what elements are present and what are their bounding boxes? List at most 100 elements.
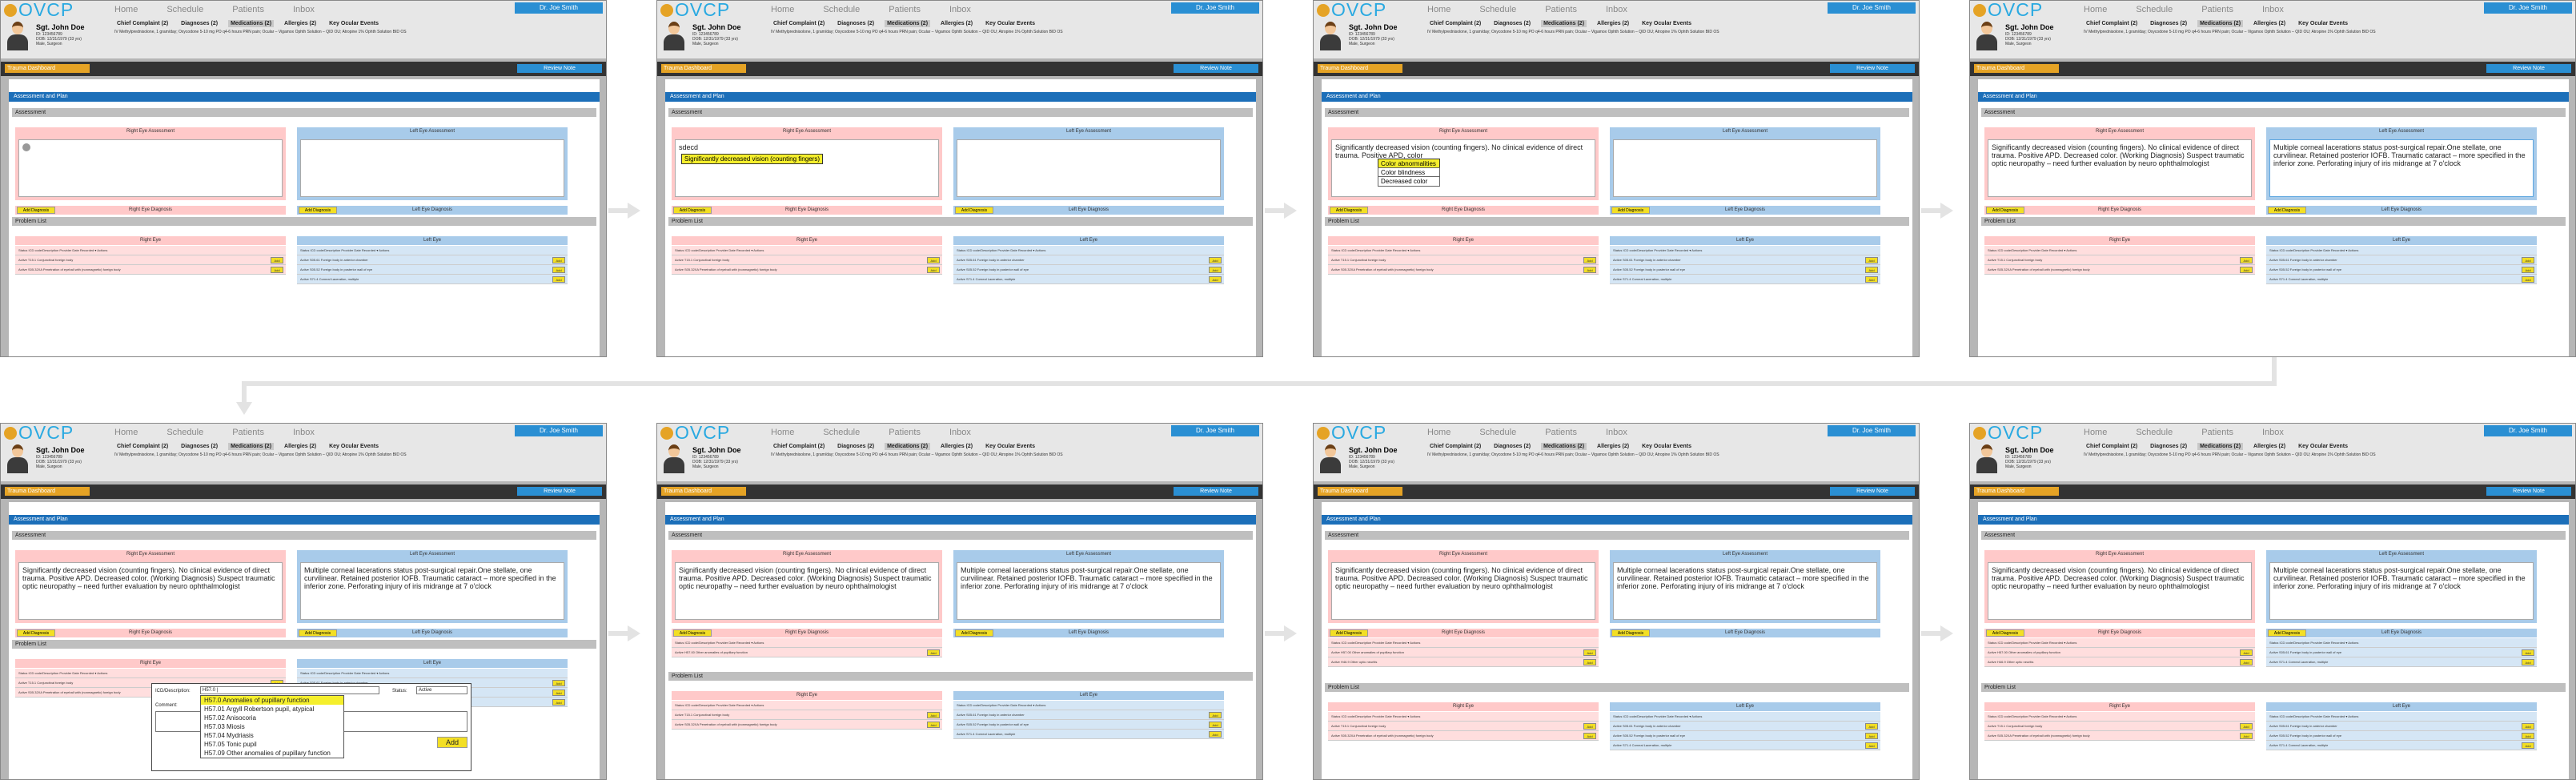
row-add-button[interactable]: Add [1583,733,1596,739]
review-note-button[interactable]: Review Note [1830,64,1915,73]
row-add-button[interactable]: Add [927,712,940,718]
add-diagnosis-left-button[interactable]: Add Diagnosis [2268,629,2306,637]
review-note-button[interactable]: Review Note [1174,64,1258,73]
row-add-button[interactable]: Add [1865,267,1878,273]
tab-medications[interactable]: Medications (2) [885,20,931,27]
tab-diagnoses[interactable]: Diagnoses (2) [2148,443,2189,450]
tab-allergies[interactable]: Allergies (2) [938,20,975,27]
tab-key-ocular-events[interactable]: Key Ocular Events [1639,20,1694,27]
dashboard-dropdown[interactable]: Trauma Dashboard [661,487,746,496]
left-assessment-input[interactable] [300,139,564,197]
row-edit-button[interactable]: Add [927,649,940,656]
row-add-button[interactable]: Add [1865,723,1878,730]
nav-patients[interactable]: Patients [889,428,921,437]
add-diagnosis-right-button[interactable]: Add Diagnosis [673,629,712,637]
row-add-button[interactable]: Add [1209,276,1222,283]
row-add-button[interactable]: Add [1865,276,1878,283]
add-diagnosis-left-button[interactable]: Add Diagnosis [1611,207,1650,214]
right-assessment-input[interactable]: Significantly decreased vision (counting… [1331,139,1595,197]
tab-diagnoses[interactable]: Diagnoses (2) [2148,20,2189,27]
row-add-button[interactable]: Add [271,267,283,273]
nav-home[interactable]: Home [1427,428,1451,437]
tab-diagnoses[interactable]: Diagnoses (2) [1491,20,1533,27]
tab-diagnoses[interactable]: Diagnoses (2) [835,443,877,450]
tab-diagnoses[interactable]: Diagnoses (2) [1491,443,1533,450]
left-assessment-input[interactable] [957,139,1221,197]
right-assessment-input[interactable]: Significantly decreased vision (counting… [1988,139,2252,197]
row-add-button[interactable]: Add [552,699,565,706]
tab-key-ocular-events[interactable]: Key Ocular Events [327,20,381,27]
tab-chief-complaint[interactable]: Chief Complaint (2) [771,20,827,27]
nav-schedule[interactable]: Schedule [2136,428,2173,437]
row-add-button[interactable]: Add [1209,257,1222,263]
nav-patients[interactable]: Patients [1545,428,1577,437]
row-edit-button[interactable]: Add [1583,649,1596,656]
nav-inbox[interactable]: Inbox [2262,428,2284,437]
tab-medications[interactable]: Medications (2) [2197,20,2244,27]
row-add-button[interactable]: Add [2240,723,2253,730]
nav-home[interactable]: Home [114,428,138,437]
add-diagnosis-right-button[interactable]: Add Diagnosis [1986,629,2024,637]
nav-patients[interactable]: Patients [2201,5,2233,14]
user-button[interactable]: Dr. Joe Smith [1171,425,1259,436]
nav-schedule[interactable]: Schedule [167,5,203,14]
dashboard-dropdown[interactable]: Trauma Dashboard [1974,487,2059,496]
row-add-button[interactable]: Add [2522,267,2534,273]
row-add-button[interactable]: Add [2522,733,2534,739]
row-add-button[interactable]: Add [2240,267,2253,273]
nav-patients[interactable]: Patients [232,5,264,14]
dashboard-dropdown[interactable]: Trauma Dashboard [5,487,90,496]
row-add-button[interactable]: Add [2522,723,2534,730]
row-add-button[interactable]: Add [552,257,565,263]
nav-schedule[interactable]: Schedule [2136,5,2173,14]
left-assessment-input[interactable]: Multiple corneal lacerations status post… [1613,562,1877,620]
row-add-button[interactable]: Add [552,276,565,283]
nav-home[interactable]: Home [771,428,794,437]
dashboard-dropdown[interactable]: Trauma Dashboard [661,64,746,73]
add-diagnosis-left-button[interactable]: Add Diagnosis [299,207,337,214]
row-add-button[interactable]: Add [552,267,565,273]
nav-schedule[interactable]: Schedule [1479,428,1516,437]
tab-chief-complaint[interactable]: Chief Complaint (2) [1427,20,1483,27]
right-assessment-input[interactable]: Significantly decreased vision (counting… [675,562,939,620]
add-diagnosis-right-button[interactable]: Add Diagnosis [673,207,712,214]
add-diagnosis-right-button[interactable]: Add Diagnosis [17,629,55,637]
tab-key-ocular-events[interactable]: Key Ocular Events [2296,443,2350,450]
icd-option[interactable]: H57.01 Argyll Robertson pupil, atypical [201,705,343,714]
icd-option[interactable]: H57.04 Mydriasis [201,731,343,740]
row-edit-button[interactable]: Add [2522,659,2534,665]
row-add-button[interactable]: Add [927,722,940,728]
tab-allergies[interactable]: Allergies (2) [1595,443,1631,450]
tab-medications[interactable]: Medications (2) [1541,443,1587,450]
row-edit-button[interactable]: Add [2240,649,2253,656]
row-add-button[interactable]: Add [552,680,565,686]
row-add-button[interactable]: Add [1583,723,1596,730]
user-button[interactable]: Dr. Joe Smith [2484,425,2572,436]
tab-allergies[interactable]: Allergies (2) [938,443,975,450]
dashboard-dropdown[interactable]: Trauma Dashboard [5,64,90,73]
add-diagnosis-left-button[interactable]: Add Diagnosis [299,629,337,637]
row-add-button[interactable]: Add [2240,257,2253,263]
tab-medications[interactable]: Medications (2) [2197,443,2244,450]
row-add-button[interactable]: Add [1583,267,1596,273]
user-button[interactable]: Dr. Joe Smith [1828,2,1916,14]
add-diagnosis-right-button[interactable]: Add Diagnosis [17,207,55,214]
icd-input[interactable]: H57.0 | [200,686,379,694]
nav-inbox[interactable]: Inbox [949,5,971,14]
add-diagnosis-right-button[interactable]: Add Diagnosis [1986,207,2024,214]
nav-patients[interactable]: Patients [232,428,264,437]
autocomplete-option[interactable]: Decreased color [1378,176,1440,187]
row-add-button[interactable]: Add [2240,733,2253,739]
nav-schedule[interactable]: Schedule [167,428,203,437]
tab-chief-complaint[interactable]: Chief Complaint (2) [114,443,171,450]
add-diagnosis-left-button[interactable]: Add Diagnosis [2268,207,2306,214]
review-note-button[interactable]: Review Note [2486,487,2571,496]
row-add-button[interactable]: Add [271,257,283,263]
row-add-button[interactable]: Add [2522,257,2534,263]
nav-home[interactable]: Home [771,5,794,14]
tab-key-ocular-events[interactable]: Key Ocular Events [2296,20,2350,27]
row-add-button[interactable]: Add [2522,742,2534,749]
nav-inbox[interactable]: Inbox [293,428,315,437]
tab-chief-complaint[interactable]: Chief Complaint (2) [771,443,827,450]
tab-allergies[interactable]: Allergies (2) [282,20,319,27]
